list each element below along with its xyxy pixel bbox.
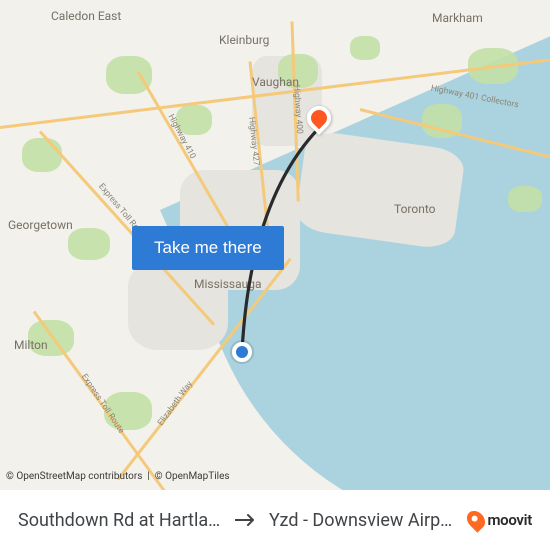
destination-label: Yzd - Downsview Airp… bbox=[269, 510, 452, 531]
destination-marker-icon[interactable] bbox=[304, 106, 334, 144]
city-label: Georgetown bbox=[8, 218, 73, 232]
city-label: Markham bbox=[432, 11, 483, 25]
route-summary-bar: Southdown Rd at Hartland… Yzd - Downsvie… bbox=[0, 490, 550, 550]
map-canvas[interactable]: Markham Caledon East Kleinburg Vaughan T… bbox=[0, 0, 550, 550]
road-label: Elizabeth Way bbox=[156, 379, 195, 427]
park-area bbox=[22, 138, 62, 172]
take-me-there-button[interactable]: Take me there bbox=[132, 226, 284, 270]
city-label: Kleinburg bbox=[219, 33, 269, 47]
arrow-right-icon bbox=[235, 513, 257, 527]
attribution-openmaptiles[interactable]: © OpenMapTiles bbox=[155, 471, 230, 482]
attribution-osm[interactable]: © OpenStreetMap contributors bbox=[6, 471, 142, 482]
city-label: Milton bbox=[14, 338, 48, 352]
city-label: Caledon East bbox=[51, 9, 121, 23]
urban-area bbox=[128, 260, 228, 350]
city-label: Toronto bbox=[394, 202, 436, 216]
origin-label: Southdown Rd at Hartland… bbox=[18, 510, 223, 531]
map-container: Markham Caledon East Kleinburg Vaughan T… bbox=[0, 0, 550, 550]
moovit-logo[interactable]: moovit bbox=[468, 510, 532, 530]
city-label: Mississauga bbox=[194, 277, 262, 291]
moovit-pin-icon bbox=[464, 507, 489, 532]
map-attribution: © OpenStreetMap contributors | © OpenMap… bbox=[6, 471, 230, 482]
park-area bbox=[508, 186, 542, 212]
park-area bbox=[350, 36, 380, 60]
origin-marker-icon[interactable] bbox=[232, 342, 252, 362]
park-area bbox=[68, 228, 110, 260]
moovit-wordmark: moovit bbox=[487, 511, 532, 529]
